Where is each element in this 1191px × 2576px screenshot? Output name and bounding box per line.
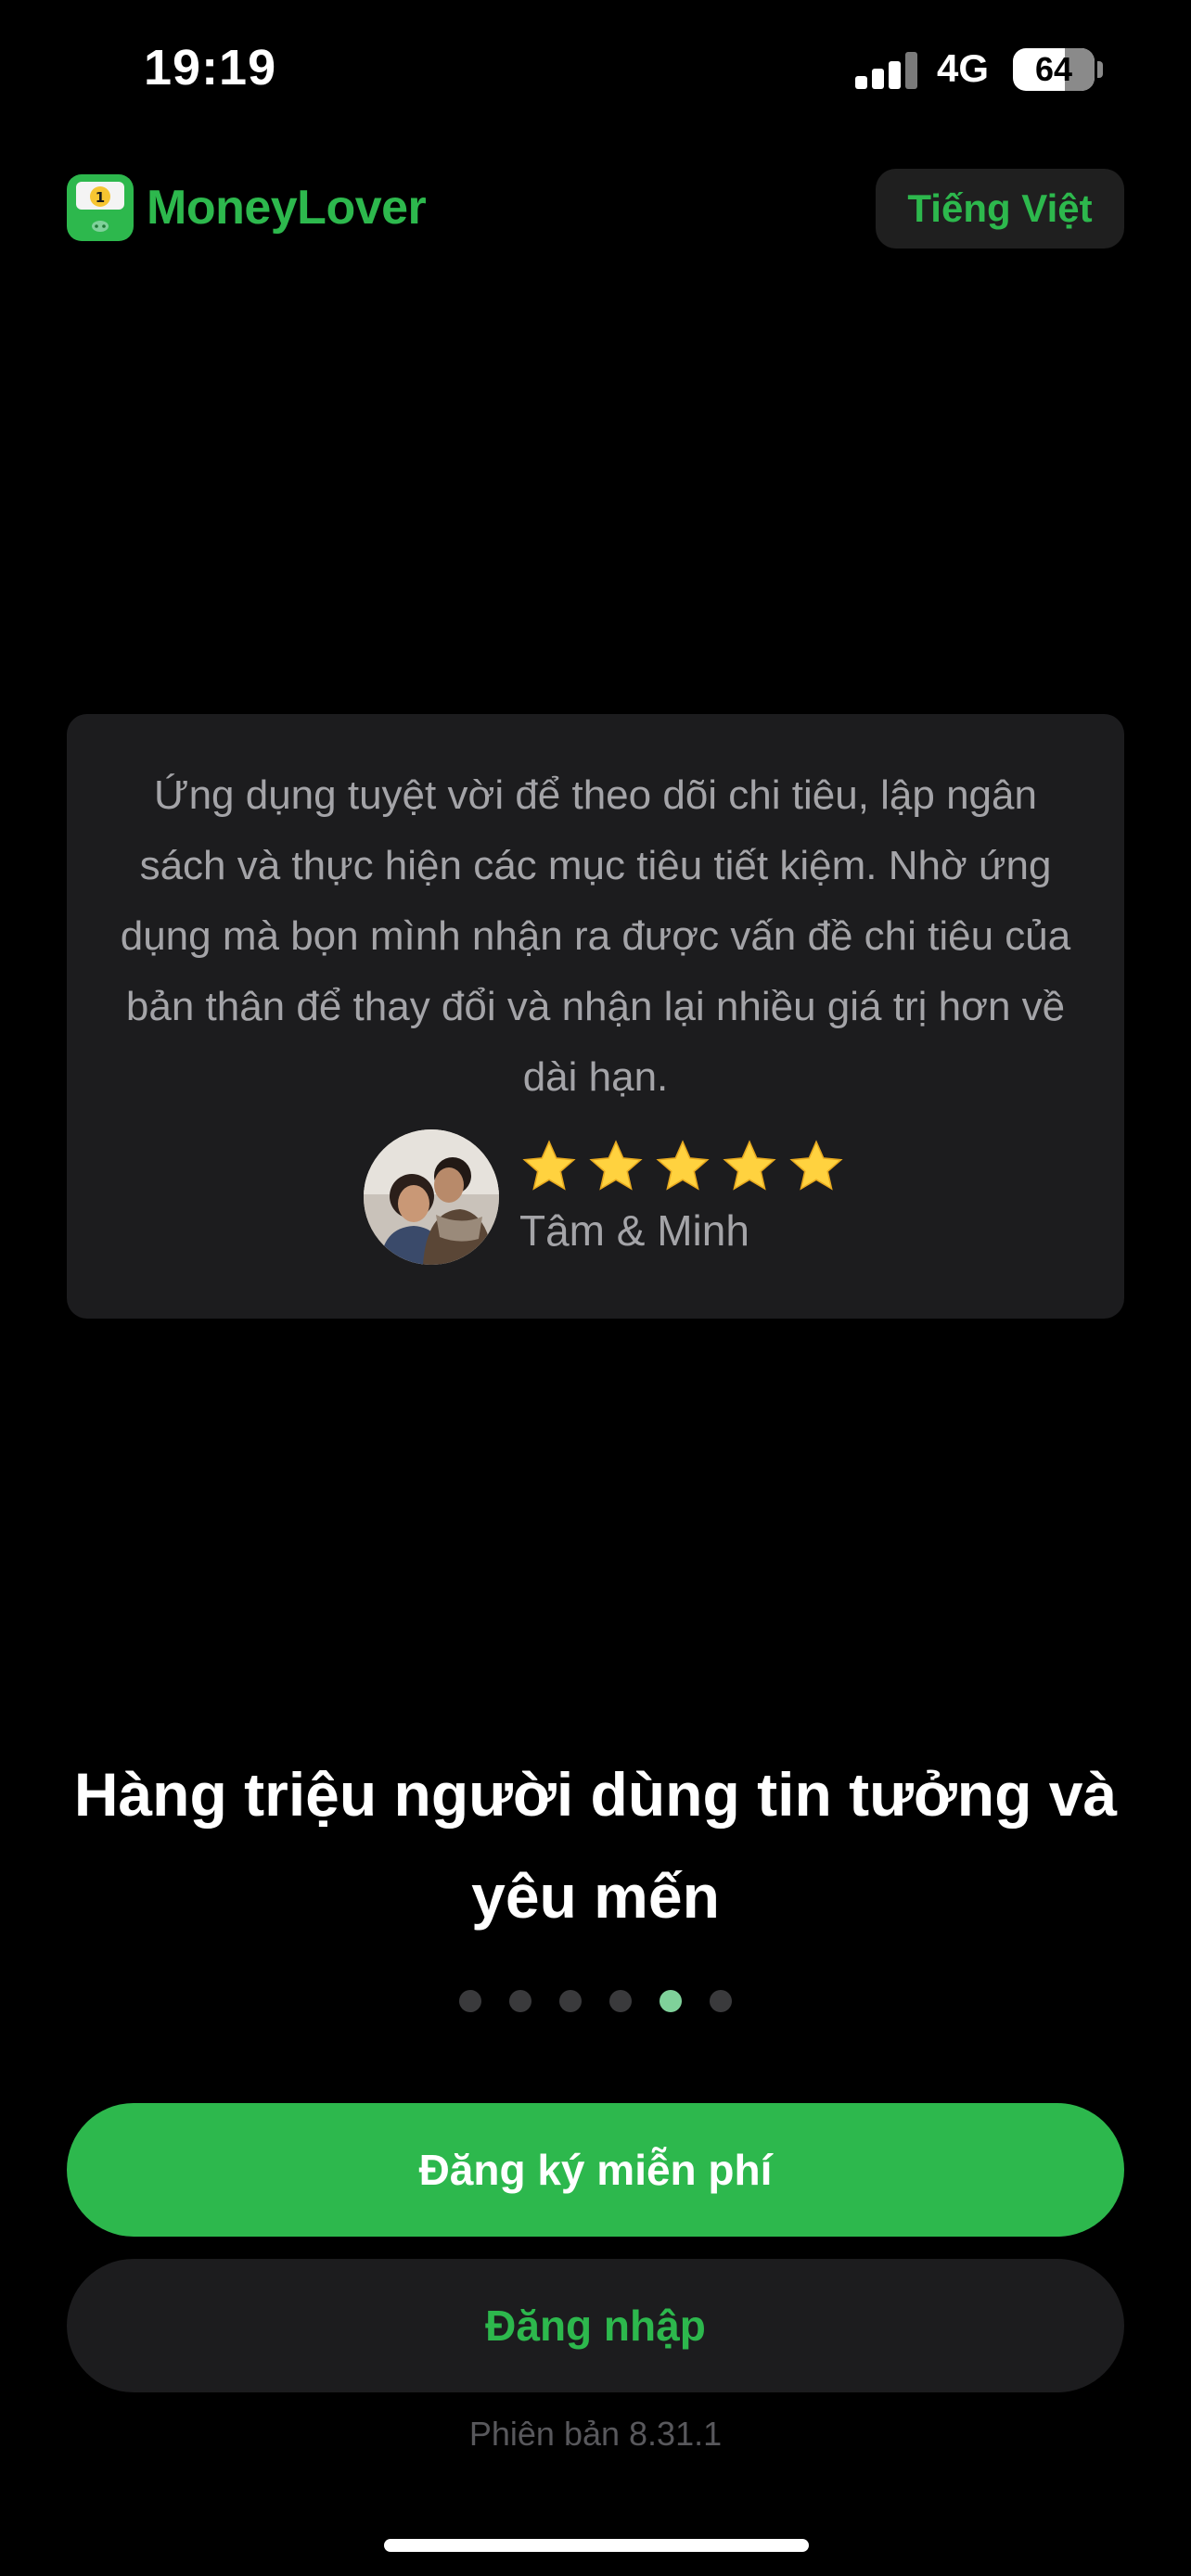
network-type: 4G xyxy=(937,46,990,90)
page-dot[interactable] xyxy=(660,1990,682,2012)
star-icon xyxy=(789,1140,843,1191)
testimonial-card: Ứng dụng tuyệt vời để theo dõi chi tiêu,… xyxy=(67,714,1124,1319)
app-name: MoneyLover xyxy=(147,181,427,235)
status-time: 19:19 xyxy=(144,40,277,96)
signup-button[interactable]: Đăng ký miễn phí xyxy=(67,2103,1124,2237)
star-icon xyxy=(589,1140,643,1191)
star-icon xyxy=(522,1140,576,1191)
language-button[interactable]: Tiếng Việt xyxy=(876,169,1124,249)
reviewer-name: Tâm & Minh xyxy=(519,1206,749,1255)
page-dot[interactable] xyxy=(710,1990,732,2012)
page-dot[interactable] xyxy=(459,1990,481,2012)
cellular-signal-icon xyxy=(855,52,918,89)
reviewer-avatar xyxy=(364,1129,499,1265)
rating-stars xyxy=(519,1137,846,1196)
page-indicator xyxy=(0,1990,1191,2012)
star-icon xyxy=(656,1140,710,1191)
page-dot[interactable] xyxy=(609,1990,632,2012)
page-dot[interactable] xyxy=(509,1990,531,2012)
version-label: Phiên bản 8.31.1 xyxy=(468,2415,723,2453)
battery-cap xyxy=(1097,61,1103,78)
svg-text:1: 1 xyxy=(96,189,105,206)
app-logo-icon: 1 xyxy=(67,174,134,241)
home-indicator[interactable] xyxy=(384,2539,809,2552)
login-button[interactable]: Đăng nhập xyxy=(67,2259,1124,2392)
testimonial-quote: Ứng dụng tuyệt vời để theo dõi chi tiêu,… xyxy=(120,772,1071,1100)
status-bar: 19:19 4G 64 xyxy=(0,0,1191,139)
onboarding-headline: Hàng triệu người dùng tin tưởng và yêu m… xyxy=(73,1760,1118,1931)
star-icon xyxy=(723,1140,776,1191)
battery-icon: 64 xyxy=(1013,48,1095,91)
page-dot[interactable] xyxy=(559,1990,582,2012)
battery-level: 64 xyxy=(1034,50,1073,88)
